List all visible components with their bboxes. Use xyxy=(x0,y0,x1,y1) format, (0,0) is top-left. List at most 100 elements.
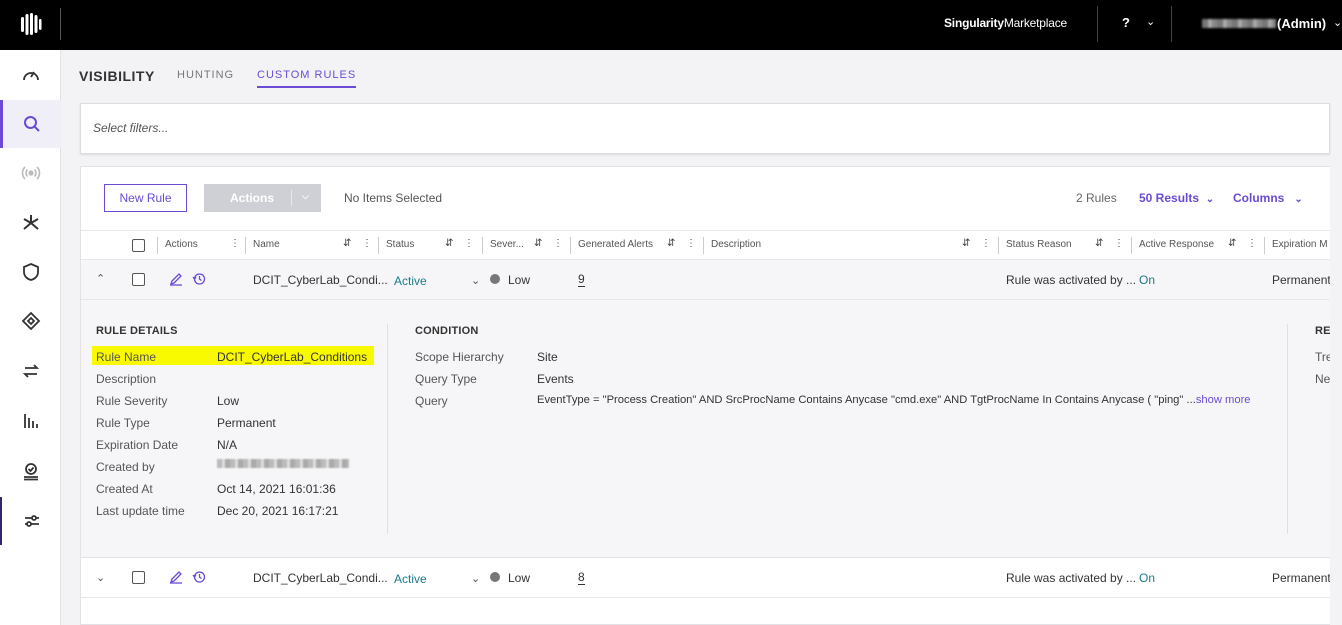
sidebar-item-sentinels[interactable] xyxy=(0,199,61,247)
collapse-row-icon[interactable]: ⌃ xyxy=(96,272,105,285)
sync-icon xyxy=(22,364,39,378)
row-checkbox[interactable] xyxy=(132,571,145,584)
top-separator xyxy=(1171,6,1172,42)
top-bar: SingularityMarketplace ? ⌄ (Admin) ⌄ xyxy=(0,0,1342,50)
chevron-down-icon[interactable]: ⌄ xyxy=(471,274,480,287)
sort-icon[interactable]: ⇵ xyxy=(1095,238,1104,249)
help-button[interactable]: ? xyxy=(1122,15,1130,30)
column-header-actions[interactable]: Actions xyxy=(165,239,198,250)
expand-row-icon[interactable]: ⌄ xyxy=(96,571,105,584)
tab-hunting[interactable]: HUNTING xyxy=(177,69,234,81)
sidebar-item-sync[interactable] xyxy=(0,347,61,395)
column-header-generated-alerts[interactable]: Generated Alerts xyxy=(578,239,653,250)
tab-custom-rules[interactable]: CUSTOM RULES xyxy=(257,69,357,88)
column-menu-icon[interactable]: ⋮ xyxy=(686,238,697,249)
top-divider xyxy=(60,8,61,40)
chevron-down-icon[interactable]: ⌄ xyxy=(471,572,480,585)
sort-icon[interactable]: ⇵ xyxy=(962,238,971,249)
rule-type-label: Rule Type xyxy=(96,416,150,430)
status-cell[interactable]: Active xyxy=(394,572,427,586)
sidebar-item-reports[interactable] xyxy=(0,397,61,445)
column-divider xyxy=(998,237,999,254)
column-divider xyxy=(1264,237,1265,254)
actions-dropdown[interactable]: Actions ⌵ xyxy=(204,184,321,212)
table-row[interactable]: ⌄ DCIT_CyberLab_Condi... Active ⌄ Low 8 … xyxy=(81,558,1330,598)
status-cell[interactable]: Active xyxy=(394,274,427,288)
row-checkbox[interactable] xyxy=(132,273,145,286)
user-name-redacted[interactable] xyxy=(1202,19,1276,28)
severity-cell: Low xyxy=(508,571,531,585)
filter-placeholder[interactable]: Select filters... xyxy=(93,121,168,135)
sidebar-item-badge[interactable] xyxy=(0,447,61,495)
rule-name-label: Rule Name xyxy=(96,350,157,364)
top-separator xyxy=(1097,6,1098,42)
column-divider xyxy=(157,237,158,254)
query-value: EventType = "Process Creation" AND SrcPr… xyxy=(537,394,1251,406)
sidebar-item-broadcast[interactable] xyxy=(0,149,61,197)
column-header-severity[interactable]: Sever... xyxy=(490,239,524,250)
sentinelone-logo-icon[interactable] xyxy=(14,10,46,38)
response-label: Ne xyxy=(1315,372,1330,386)
sidebar xyxy=(0,50,61,625)
rule-name-cell[interactable]: DCIT_CyberLab_Condi... xyxy=(253,571,388,585)
column-header-status-reason[interactable]: Status Reason xyxy=(1006,239,1072,250)
column-menu-icon[interactable]: ⋮ xyxy=(230,238,241,249)
column-menu-icon[interactable]: ⋮ xyxy=(362,238,373,249)
select-all-checkbox[interactable] xyxy=(132,239,145,252)
results-per-page-dropdown[interactable]: 50 Results ⌄ xyxy=(1139,191,1214,205)
rules-panel: New Rule Actions ⌵ No Items Selected 2 R… xyxy=(80,166,1330,625)
sliders-icon xyxy=(24,515,39,527)
edit-icon[interactable] xyxy=(169,570,183,584)
sidebar-item-settings[interactable] xyxy=(0,497,61,545)
rule-name-cell[interactable]: DCIT_CyberLab_Condi... xyxy=(253,273,388,287)
generated-alerts-link[interactable]: 8 xyxy=(578,570,585,585)
sort-icon[interactable]: ⇵ xyxy=(445,238,454,249)
column-menu-icon[interactable]: ⋮ xyxy=(981,238,992,249)
history-icon[interactable] xyxy=(192,570,206,584)
shield-icon xyxy=(22,263,39,281)
column-menu-icon[interactable]: ⋮ xyxy=(464,238,475,249)
rule-severity-value: Low xyxy=(217,394,240,408)
status-reason-cell: Rule was activated by ... xyxy=(1006,273,1137,287)
created-at-value: Oct 14, 2021 16:01:36 xyxy=(217,482,336,496)
actions-label: Actions xyxy=(230,191,275,205)
column-menu-icon[interactable]: ⋮ xyxy=(1114,238,1125,249)
sort-icon[interactable]: ⇵ xyxy=(534,238,543,249)
column-header-active-response[interactable]: Active Response xyxy=(1139,239,1214,250)
rules-count: 2 Rules xyxy=(1076,191,1117,205)
sidebar-item-visibility[interactable] xyxy=(0,100,61,148)
sidebar-item-dashboard[interactable] xyxy=(0,52,61,100)
column-header-description[interactable]: Description xyxy=(711,239,761,250)
expiration-date-value: N/A xyxy=(217,438,238,452)
columns-dropdown[interactable]: Columns ⌄ xyxy=(1233,191,1303,205)
sort-icon[interactable]: ⇵ xyxy=(343,238,352,249)
column-menu-icon[interactable]: ⋮ xyxy=(1247,238,1258,249)
sort-icon[interactable]: ⇵ xyxy=(1228,238,1237,249)
description-label: Description xyxy=(96,372,157,386)
chevron-down-icon[interactable]: ⌄ xyxy=(1333,16,1342,29)
generated-alerts-link[interactable]: 9 xyxy=(578,272,585,287)
column-header-expiration[interactable]: Expiration M xyxy=(1272,239,1328,250)
show-more-link[interactable]: show more xyxy=(1196,394,1251,406)
column-menu-icon[interactable]: ⋮ xyxy=(553,238,564,249)
broadcast-icon xyxy=(21,166,40,180)
history-icon[interactable] xyxy=(192,272,206,286)
sort-icon[interactable]: ⇵ xyxy=(667,238,676,249)
singularity-marketplace-link[interactable]: SingularityMarketplace xyxy=(944,16,1067,30)
table-row[interactable]: ⌃ DCIT_CyberLab_Condi... Active ⌄ Low 9 … xyxy=(81,260,1330,300)
expiration-cell: Permanent xyxy=(1272,571,1330,585)
sidebar-item-tags[interactable] xyxy=(0,297,61,345)
page-title: VISIBILITY xyxy=(79,68,155,84)
response-label: Tre xyxy=(1315,350,1330,364)
column-header-status[interactable]: Status xyxy=(386,239,414,250)
edit-icon[interactable] xyxy=(169,272,183,286)
sidebar-item-shield[interactable] xyxy=(0,248,61,296)
column-header-name[interactable]: Name xyxy=(253,239,280,250)
active-response-cell: On xyxy=(1139,273,1156,287)
new-rule-button[interactable]: New Rule xyxy=(104,184,187,212)
filter-bar[interactable]: Select filters... xyxy=(80,103,1330,154)
chevron-down-icon[interactable]: ⌄ xyxy=(1146,15,1155,28)
user-role[interactable]: (Admin) xyxy=(1277,16,1326,31)
scope-hierarchy-label: Scope Hierarchy xyxy=(415,350,504,364)
rule-details-pane: RULE DETAILS Rule Name DCIT_CyberLab_Con… xyxy=(81,300,1330,558)
